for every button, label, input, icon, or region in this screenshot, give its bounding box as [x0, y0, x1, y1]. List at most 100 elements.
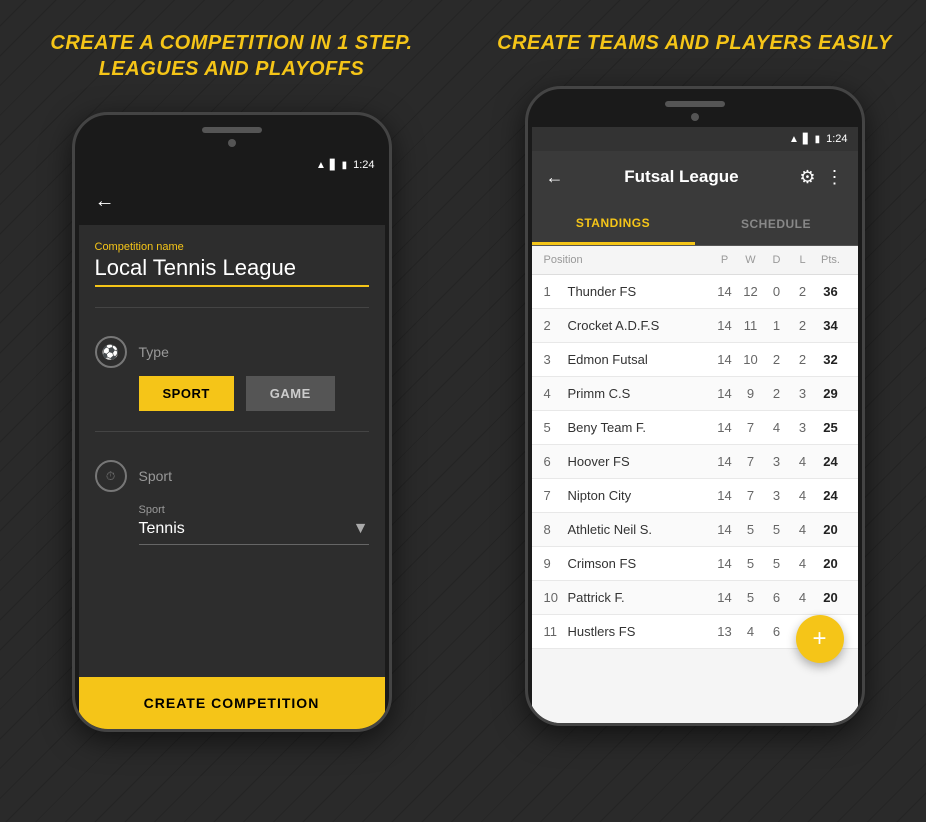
row-l: 4 — [790, 522, 816, 537]
row-pts: 36 — [816, 284, 846, 299]
row-p: 14 — [712, 386, 738, 401]
row-p: 14 — [712, 318, 738, 333]
table-row: 2 Crocket A.D.F.S 14 11 1 2 34 — [532, 309, 858, 343]
row-w: 4 — [738, 624, 764, 639]
row-w: 9 — [738, 386, 764, 401]
row-p: 14 — [712, 284, 738, 299]
row-pts: 25 — [816, 420, 846, 435]
row-l: 3 — [790, 386, 816, 401]
tab-standings[interactable]: STANDINGS — [532, 203, 695, 245]
back-arrow-left[interactable]: ← — [95, 190, 115, 213]
row-pts: 20 — [816, 590, 846, 605]
row-pts: 20 — [816, 556, 846, 571]
row-team-name: Edmon Futsal — [564, 352, 712, 367]
dropdown-arrow-icon: ▼ — [353, 520, 369, 538]
row-pts: 34 — [816, 318, 846, 333]
row-team-name: Beny Team F. — [564, 420, 712, 435]
row-d: 3 — [764, 454, 790, 469]
row-d: 5 — [764, 522, 790, 537]
row-team-name: Hustlers FS — [564, 624, 712, 639]
status-time-right: 1:24 — [826, 133, 847, 145]
row-w: 11 — [738, 318, 764, 333]
sport-icon: ⏱ — [95, 460, 127, 492]
status-time-left: 1:24 — [353, 159, 374, 171]
row-position: 8 — [544, 522, 564, 537]
row-position: 1 — [544, 284, 564, 299]
competition-name-value[interactable]: Local Tennis League — [95, 255, 369, 287]
sport-dropdown-section: Sport Tennis ▼ — [139, 504, 369, 545]
phone-right: ▲ ▋ ▮ 1:24 ← Futsal League ⚙ ⋮ STANDINGS… — [525, 86, 865, 726]
row-team-name: Crocket A.D.F.S — [564, 318, 712, 333]
row-position: 9 — [544, 556, 564, 571]
table-row: 8 Athletic Neil S. 14 5 5 4 20 — [532, 513, 858, 547]
divider-1 — [95, 307, 369, 308]
row-position: 7 — [544, 488, 564, 503]
row-team-name: Athletic Neil S. — [564, 522, 712, 537]
row-team-name: Crimson FS — [564, 556, 712, 571]
competition-name-label: Competition name — [95, 241, 369, 253]
fab-button[interactable]: + — [796, 615, 844, 663]
row-d: 5 — [764, 556, 790, 571]
phone-left: ▲ ▋ ▮ 1:24 ← Competition name Local Tenn… — [72, 112, 392, 732]
right-panel: CREATE TEAMS AND PLAYERS EASILY ▲ ▋ ▮ 1:… — [463, 0, 926, 822]
row-l: 2 — [790, 318, 816, 333]
row-d: 1 — [764, 318, 790, 333]
row-l: 4 — [790, 556, 816, 571]
row-d: 2 — [764, 386, 790, 401]
status-bar-right: ▲ ▋ ▮ 1:24 — [532, 127, 858, 151]
row-p: 14 — [712, 556, 738, 571]
back-arrow-right[interactable]: ← — [546, 167, 564, 188]
row-p: 14 — [712, 590, 738, 605]
row-team-name: Nipton City — [564, 488, 712, 503]
row-team-name: Pattrick F. — [564, 590, 712, 605]
row-l: 2 — [790, 284, 816, 299]
game-button[interactable]: GAME — [246, 376, 335, 411]
header-d: D — [764, 254, 790, 266]
type-section: ⚽ Type SPORT GAME — [95, 328, 369, 411]
tab-schedule[interactable]: SCHEDULE — [695, 203, 858, 245]
type-row: ⚽ Type — [95, 328, 369, 376]
phone-speaker — [202, 127, 262, 133]
table-row: 5 Beny Team F. 14 7 4 3 25 — [532, 411, 858, 445]
type-label: Type — [139, 344, 169, 360]
app-title: Futsal League — [574, 167, 790, 187]
header-w: W — [738, 254, 764, 266]
row-w: 10 — [738, 352, 764, 367]
row-p: 14 — [712, 454, 738, 469]
row-w: 5 — [738, 590, 764, 605]
row-p: 14 — [712, 488, 738, 503]
row-position: 3 — [544, 352, 564, 367]
row-w: 7 — [738, 488, 764, 503]
main-container: CREATE A COMPETITION IN 1 STEP. LEAGUES … — [0, 0, 926, 822]
row-d: 3 — [764, 488, 790, 503]
table-row: 4 Primm C.S 14 9 2 3 29 — [532, 377, 858, 411]
phone-camera-right — [691, 113, 699, 121]
competition-name-section: Competition name Local Tennis League — [95, 241, 369, 287]
row-team-name: Hoover FS — [564, 454, 712, 469]
sport-section-label: Sport — [139, 468, 172, 484]
table-row: 1 Thunder FS 14 12 0 2 36 — [532, 275, 858, 309]
row-w: 5 — [738, 522, 764, 537]
left-panel: CREATE A COMPETITION IN 1 STEP. LEAGUES … — [0, 0, 463, 822]
row-position: 5 — [544, 420, 564, 435]
row-l: 4 — [790, 454, 816, 469]
table-row: 9 Crimson FS 14 5 5 4 20 — [532, 547, 858, 581]
more-menu-icon[interactable]: ⋮ — [826, 167, 844, 188]
row-p: 13 — [712, 624, 738, 639]
row-w: 7 — [738, 420, 764, 435]
divider-2 — [95, 431, 369, 432]
table-row: 10 Pattrick F. 14 5 6 4 20 — [532, 581, 858, 615]
form-content: Competition name Local Tennis League ⚽ T… — [79, 225, 385, 677]
create-competition-button[interactable]: CREATE COMPETITION — [79, 677, 385, 729]
sport-button[interactable]: SPORT — [139, 376, 234, 411]
row-l: 4 — [790, 488, 816, 503]
gear-icon[interactable]: ⚙ — [799, 167, 815, 188]
sport-dropdown[interactable]: Tennis ▼ — [139, 520, 369, 545]
phone-camera — [228, 139, 236, 147]
table-header: Position P W D L Pts. — [532, 246, 858, 275]
wifi-icon-right: ▲ — [789, 134, 799, 145]
row-position: 4 — [544, 386, 564, 401]
row-team-name: Thunder FS — [564, 284, 712, 299]
row-position: 10 — [544, 590, 564, 605]
status-bar-left: ▲ ▋ ▮ 1:24 — [79, 153, 385, 177]
